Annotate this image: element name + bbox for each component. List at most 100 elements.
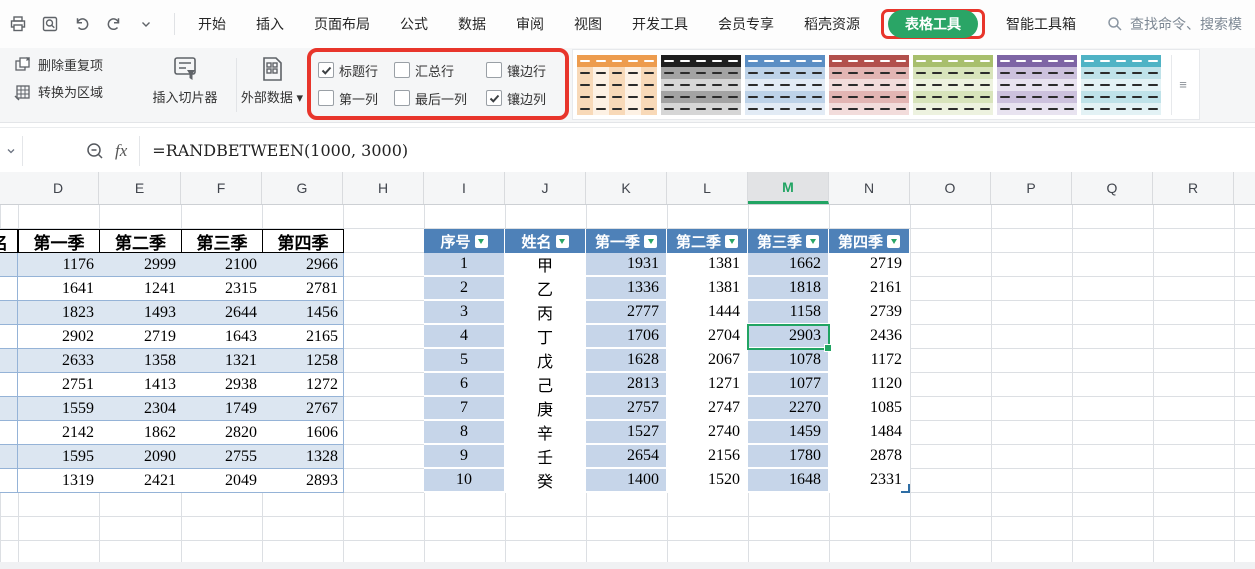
column-header-R[interactable]: R: [1153, 172, 1234, 204]
right-table-cell[interactable]: 2270: [748, 397, 829, 421]
right-table-cell[interactable]: 4: [424, 325, 505, 349]
right-table-cell[interactable]: 1662: [748, 253, 829, 277]
left-table-cell[interactable]: 1456: [262, 301, 344, 325]
left-table-cell[interactable]: 1559: [18, 397, 100, 421]
print-preview-icon[interactable]: [40, 14, 60, 34]
right-table-cell[interactable]: 10: [424, 469, 505, 493]
left-table-cell[interactable]: 1641: [18, 277, 100, 301]
insert-function-icon[interactable]: fx: [115, 141, 127, 161]
column-header-M[interactable]: M: [748, 172, 829, 204]
right-table-cell[interactable]: 丁: [505, 325, 586, 349]
right-table-cell[interactable]: 1381: [667, 277, 748, 301]
left-table-cell[interactable]: 2633: [18, 349, 100, 373]
right-table-header[interactable]: 第四季: [829, 229, 910, 253]
right-table-cell[interactable]: 2777: [586, 301, 667, 325]
menu-tab-active[interactable]: 表格工具: [888, 10, 978, 38]
right-table-cell[interactable]: 2813: [586, 373, 667, 397]
convert-to-range-button[interactable]: 转换为区域: [14, 82, 103, 101]
right-table-cell[interactable]: 8: [424, 421, 505, 445]
menu-tab[interactable]: 审阅: [501, 8, 559, 40]
style-option-checkbox[interactable]: 标题行: [318, 61, 394, 80]
filter-dropdown-icon[interactable]: [887, 235, 900, 248]
external-data-button[interactable]: 外部数据 ▾: [240, 54, 304, 106]
right-table-cell[interactable]: 1120: [829, 373, 910, 397]
right-table-cell[interactable]: 2156: [667, 445, 748, 469]
left-table-cell[interactable]: 2165: [262, 325, 344, 349]
column-header-P[interactable]: P: [991, 172, 1072, 204]
column-header-K[interactable]: K: [586, 172, 667, 204]
column-header-D[interactable]: D: [18, 172, 99, 204]
customize-toolbar-chevron-icon[interactable]: [136, 14, 156, 34]
name-box-chevron-icon[interactable]: [0, 146, 22, 156]
right-table-cell[interactable]: 1400: [586, 469, 667, 493]
right-table-cell[interactable]: 丙: [505, 301, 586, 325]
column-header-G[interactable]: G: [262, 172, 343, 204]
left-table-cell[interactable]: 1258: [262, 349, 344, 373]
column-header-F[interactable]: F: [181, 172, 262, 204]
left-table-cell[interactable]: 2902: [18, 325, 100, 349]
remove-duplicates-button[interactable]: 删除重复项: [14, 55, 103, 74]
right-table-cell[interactable]: 9: [424, 445, 505, 469]
left-table-cell[interactable]: 1643: [181, 325, 263, 349]
left-table-cell[interactable]: 1272: [262, 373, 344, 397]
right-table-cell[interactable]: 己: [505, 373, 586, 397]
left-table-cell[interactable]: 2644: [181, 301, 263, 325]
right-table-cell[interactable]: 2704: [667, 325, 748, 349]
right-table-cell[interactable]: 1459: [748, 421, 829, 445]
right-table-cell[interactable]: 1818: [748, 277, 829, 301]
zoom-formula-bar-icon[interactable]: [85, 141, 105, 161]
right-table-header[interactable]: 序号: [424, 229, 505, 253]
style-option-checkbox[interactable]: 镶边列: [486, 89, 562, 108]
right-table-cell[interactable]: 2161: [829, 277, 910, 301]
left-table-cell[interactable]: 2049: [181, 469, 263, 493]
right-table-cell[interactable]: 2067: [667, 349, 748, 373]
left-table-cell[interactable]: 1176: [18, 253, 100, 277]
left-table-cell[interactable]: 1823: [18, 301, 100, 325]
left-table-cell[interactable]: 2719: [99, 325, 182, 349]
right-table-cell[interactable]: 2: [424, 277, 505, 301]
formula-input[interactable]: =RANDBETWEEN(1000, 3000): [152, 141, 408, 160]
column-header-Q[interactable]: Q: [1072, 172, 1153, 204]
left-table-cell[interactable]: 2090: [99, 445, 182, 469]
filter-dropdown-icon[interactable]: [806, 235, 819, 248]
style-option-checkbox[interactable]: 镶边行: [486, 61, 562, 80]
left-table-cell[interactable]: 2315: [181, 277, 263, 301]
selection-fill-handle[interactable]: [824, 344, 832, 352]
left-table-cell[interactable]: 2893: [262, 469, 344, 493]
right-table-cell[interactable]: 2878: [829, 445, 910, 469]
right-table-cell[interactable]: 2740: [667, 421, 748, 445]
filter-dropdown-icon[interactable]: [644, 235, 657, 248]
left-table-cell[interactable]: 2421: [99, 469, 182, 493]
left-table-cell[interactable]: 2966: [262, 253, 344, 277]
right-table-header[interactable]: 第一季: [586, 229, 667, 253]
right-table-cell[interactable]: 壬: [505, 445, 586, 469]
right-table-cell[interactable]: 1158: [748, 301, 829, 325]
style-option-checkbox[interactable]: 最后一列: [394, 89, 486, 108]
column-header-N[interactable]: N: [829, 172, 910, 204]
column-header-I[interactable]: I: [424, 172, 505, 204]
menu-tab[interactable]: 会员专享: [703, 8, 789, 40]
active-cell-selection[interactable]: [747, 324, 830, 350]
style-option-checkbox[interactable]: 汇总行: [394, 61, 486, 80]
right-table-cell[interactable]: 1706: [586, 325, 667, 349]
table-style-thumbnail-green[interactable]: [913, 55, 993, 115]
table-resize-handle[interactable]: [901, 484, 910, 493]
menu-tab[interactable]: 公式: [385, 8, 443, 40]
menu-tab[interactable]: 开发工具: [617, 8, 703, 40]
left-table-cell[interactable]: 1749: [181, 397, 263, 421]
left-table-cell[interactable]: 1328: [262, 445, 344, 469]
right-table-cell[interactable]: 2436: [829, 325, 910, 349]
right-table-cell[interactable]: 1527: [586, 421, 667, 445]
right-table-cell[interactable]: 甲: [505, 253, 586, 277]
menu-tab[interactable]: 数据: [443, 8, 501, 40]
right-table-cell[interactable]: 5: [424, 349, 505, 373]
right-table-cell[interactable]: 辛: [505, 421, 586, 445]
left-table-cell[interactable]: 1413: [99, 373, 182, 397]
right-table-cell[interactable]: 1444: [667, 301, 748, 325]
left-table-cell[interactable]: 2142: [18, 421, 100, 445]
right-table-cell[interactable]: 1085: [829, 397, 910, 421]
left-table-cell[interactable]: 1319: [18, 469, 100, 493]
left-table-cell[interactable]: 1606: [262, 421, 344, 445]
menu-tab[interactable]: 开始: [183, 8, 241, 40]
command-search[interactable]: 查找命令、搜索模: [1107, 14, 1255, 34]
